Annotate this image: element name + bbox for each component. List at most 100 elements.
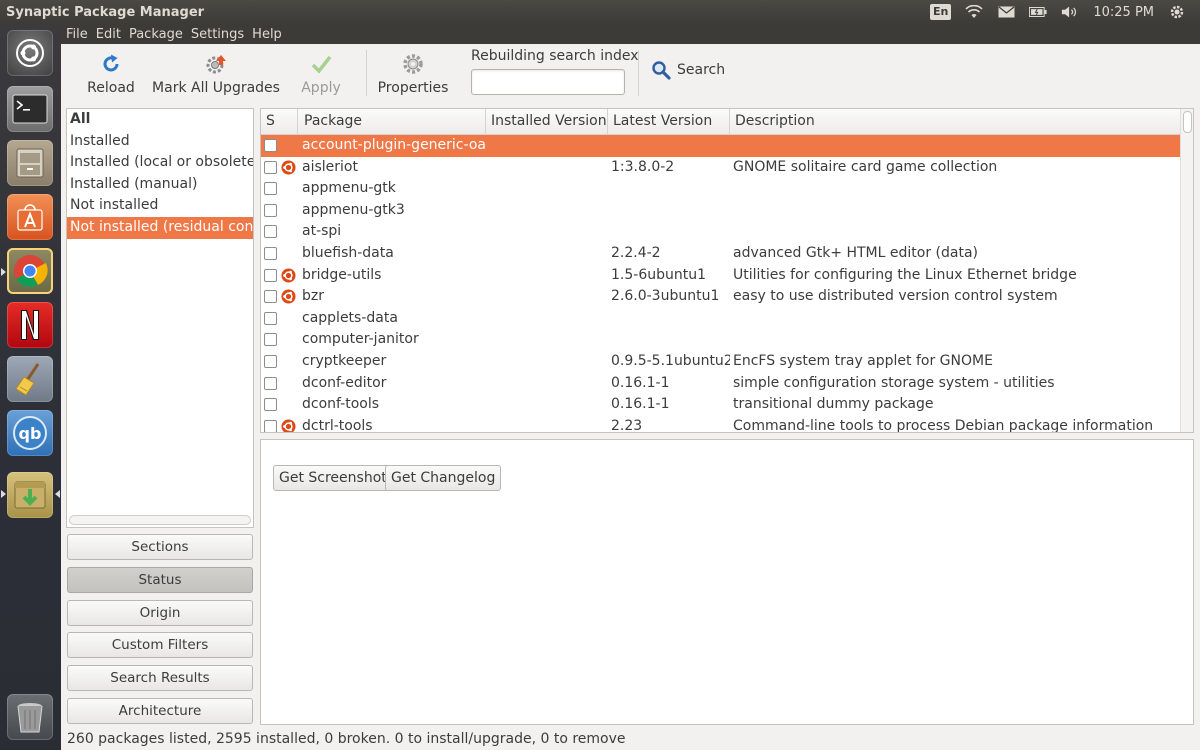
table-row[interactable]: computer-janitor (261, 329, 1181, 351)
column-header-package[interactable]: Package (298, 109, 486, 135)
volume-icon[interactable] (1061, 4, 1079, 20)
chrome-launcher[interactable] (7, 248, 53, 294)
trash-launcher[interactable] (7, 694, 53, 740)
package-checkbox[interactable] (264, 139, 277, 152)
filter-not-installed-residual-config[interactable]: Not installed (residual config) (67, 216, 253, 239)
latest-version-cell: 2.2.4-2 (611, 245, 661, 261)
package-checkbox[interactable] (264, 355, 277, 368)
archive-manager-launcher[interactable] (7, 472, 53, 518)
menu-settings[interactable]: Settings (187, 27, 248, 42)
search-area: Rebuilding search index (471, 48, 639, 95)
keyboard-indicator[interactable]: En (929, 4, 952, 20)
horizontal-scrollbar[interactable] (69, 515, 251, 525)
package-name-cell: dconf-editor (302, 374, 387, 391)
mail-icon[interactable] (997, 4, 1015, 20)
table-row[interactable]: aisleriot 1:3.8.0-2 GNOME solitaire card g… (261, 157, 1181, 179)
description-cell (733, 308, 1178, 330)
table-row[interactable]: bridge-utils 1.5-6ubuntu1 Utilities for co… (261, 265, 1181, 287)
file-cabinet-icon (16, 148, 44, 178)
menu-help[interactable]: Help (248, 27, 286, 42)
custom-filters-button[interactable]: Custom Filters (67, 632, 253, 658)
menu-edit[interactable]: Edit (92, 27, 125, 42)
vertical-scrollbar[interactable] (1180, 109, 1193, 432)
get-screenshot-button[interactable]: Get Screenshot (273, 465, 393, 491)
package-checkbox[interactable] (264, 333, 277, 347)
search-button[interactable]: Search (651, 60, 725, 80)
menu-file[interactable]: File (61, 27, 92, 42)
files-launcher[interactable] (7, 140, 53, 186)
origin-button[interactable]: Origin (67, 600, 253, 626)
scrollbar-thumb[interactable] (1183, 111, 1192, 133)
status-button[interactable]: Status (67, 567, 253, 593)
package-checkbox[interactable] (264, 311, 277, 325)
filter-installed-local-obsolete[interactable]: Installed (local or obsolete) (67, 152, 253, 174)
table-row[interactable]: at-spi (261, 221, 1181, 243)
package-name-cell: account-plugin-generic-oauth (302, 137, 486, 153)
terminal-launcher[interactable] (7, 86, 53, 132)
reload-button[interactable]: Reload (83, 50, 139, 102)
table-row[interactable]: dconf-tools 0.16.1-1 transitional dummy pa… (261, 394, 1181, 416)
properties-button[interactable]: Properties (377, 50, 449, 102)
package-checkbox[interactable] (264, 182, 277, 196)
netflix-launcher[interactable] (7, 302, 53, 348)
description-cell (733, 221, 1178, 243)
dash-home-button[interactable] (7, 30, 53, 76)
architecture-button[interactable]: Architecture (67, 698, 253, 724)
column-header-latest-version[interactable]: Latest Version (608, 109, 730, 135)
filter-all[interactable]: All (67, 109, 253, 131)
clock[interactable]: 10:25 PM (1093, 5, 1154, 20)
package-checkbox[interactable] (264, 398, 277, 412)
package-name-cell: dctrl-tools (302, 417, 373, 433)
checkmark-icon (311, 55, 332, 74)
apply-button[interactable]: Apply (291, 50, 351, 102)
launcher-running-pip (1, 490, 6, 498)
package-checkbox[interactable] (264, 247, 277, 260)
wifi-icon[interactable] (965, 4, 983, 20)
reload-label: Reload (87, 80, 135, 96)
latest-version-cell (611, 308, 730, 330)
description-cell: transitional dummy package (733, 396, 934, 413)
package-checkbox[interactable] (264, 160, 277, 174)
package-checkbox[interactable] (264, 203, 277, 217)
bleachbit-launcher[interactable] (7, 356, 53, 402)
package-checkbox[interactable] (264, 419, 277, 432)
get-changelog-button[interactable]: Get Changelog (385, 465, 502, 491)
table-row[interactable]: cryptkeeper 0.9.5-5.1ubuntu2.1EncFS syste… (261, 351, 1181, 373)
package-checkbox[interactable] (264, 225, 277, 239)
search-input[interactable] (471, 69, 625, 95)
column-header-status[interactable]: S (261, 109, 298, 135)
latest-version-cell: 0.16.1-1 (611, 374, 670, 391)
filter-installed-manual[interactable]: Installed (manual) (67, 174, 253, 196)
column-header-description[interactable]: Description (730, 109, 1181, 135)
table-row[interactable]: appmenu-gtk (261, 178, 1181, 200)
search-status-label: Rebuilding search index (471, 48, 639, 64)
trash-icon (17, 703, 43, 733)
installed-version-cell (490, 178, 608, 200)
menu-package[interactable]: Package (125, 27, 187, 42)
installed-version-cell (490, 200, 608, 222)
column-header-installed-version[interactable]: Installed Version (486, 109, 608, 135)
software-center-launcher[interactable] (7, 194, 53, 240)
filter-not-installed[interactable]: Not installed (67, 195, 253, 217)
broom-icon (15, 363, 40, 396)
filter-installed[interactable]: Installed (67, 131, 253, 153)
mark-all-upgrades-button[interactable]: Mark All Upgrades (152, 50, 280, 102)
package-checkbox[interactable] (264, 268, 277, 282)
qbittorrent-launcher[interactable]: qb (7, 410, 53, 456)
package-checkbox[interactable] (264, 290, 277, 304)
table-row[interactable]: dconf-editor 0.16.1-1 simple configuration… (261, 373, 1181, 395)
power-gear-icon[interactable] (1168, 4, 1186, 20)
table-row[interactable]: dctrl-tools 2.23 Command-line tools to pro… (261, 416, 1181, 433)
battery-icon[interactable] (1029, 4, 1047, 20)
table-row[interactable]: capplets-data (261, 308, 1181, 330)
table-row[interactable]: appmenu-gtk3 (261, 200, 1181, 222)
package-checkbox[interactable] (264, 376, 277, 390)
sections-button[interactable]: Sections (67, 534, 253, 560)
package-name-cell: capplets-data (302, 309, 398, 326)
table-row[interactable]: account-plugin-generic-oauth (261, 135, 1181, 157)
table-row[interactable]: bzr 2.6.0-3ubuntu1 easy to use distributed… (261, 286, 1181, 308)
launcher: qb (0, 24, 61, 750)
svg-text:qb: qb (19, 424, 42, 443)
search-results-button[interactable]: Search Results (67, 665, 253, 691)
table-row[interactable]: bluefish-data 2.2.4-2 advanced Gtk+ HTML e… (261, 243, 1181, 265)
